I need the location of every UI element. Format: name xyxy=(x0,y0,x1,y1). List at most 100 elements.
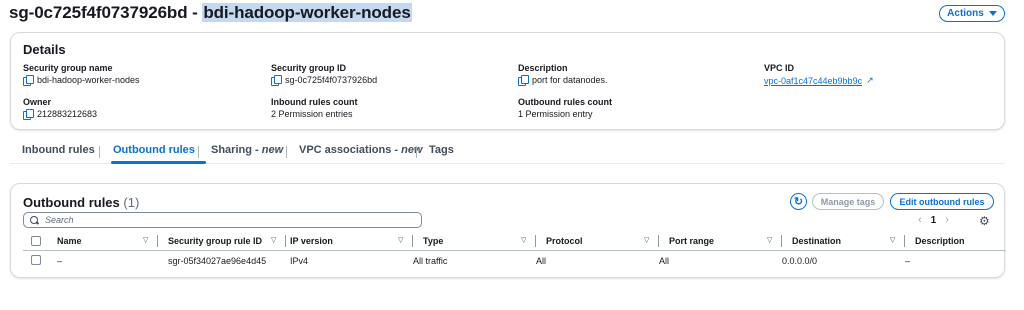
cell-destination: 0.0.0.0/0 xyxy=(782,256,818,266)
label-security-group-name: Security group name xyxy=(23,63,113,73)
tab-outbound-rules[interactable]: Outbound rules xyxy=(113,144,195,156)
sort-icon[interactable]: ▽ xyxy=(143,236,148,244)
refresh-icon[interactable]: ↻ xyxy=(790,193,807,210)
label-outbound-count: Outbound rules count xyxy=(518,97,612,107)
sort-icon[interactable]: ▽ xyxy=(644,236,649,244)
cell-port-range: All xyxy=(659,256,670,266)
next-page-icon[interactable]: › xyxy=(945,214,949,226)
col-ip-version[interactable]: IP version xyxy=(290,236,333,246)
tab-new-tag: new xyxy=(261,144,284,156)
tab-vpc-associations[interactable]: VPC associations - new xyxy=(299,144,423,156)
details-heading: Details xyxy=(23,42,66,57)
tab-new-tag: new xyxy=(401,144,423,156)
copy-icon[interactable] xyxy=(518,75,529,86)
cell-name: – xyxy=(57,256,63,266)
sort-icon[interactable]: ▽ xyxy=(521,236,526,244)
tab-divider xyxy=(198,146,199,158)
col-divider[interactable] xyxy=(285,235,286,247)
search-input[interactable] xyxy=(45,215,395,225)
gear-icon[interactable]: ⚙ xyxy=(979,214,990,228)
title-prefix: sg-0c725f4f0737926bd - xyxy=(9,3,203,22)
col-description[interactable]: Description xyxy=(915,236,965,246)
label-vpc-id: VPC ID xyxy=(764,63,795,73)
table-header: Name ▽ Security group rule ID ▽ IP versi… xyxy=(23,234,1006,250)
prev-page-icon[interactable]: ‹ xyxy=(918,214,922,226)
field-security-group-id: Security group ID sg-0c725f4f0737926bd xyxy=(271,63,378,86)
search-icon xyxy=(30,215,39,225)
active-tab-indicator xyxy=(111,161,206,164)
col-divider[interactable] xyxy=(781,235,782,247)
col-divider[interactable] xyxy=(904,235,905,247)
label-security-group-id: Security group ID xyxy=(271,63,347,73)
cell-description: – xyxy=(905,256,911,266)
label-owner: Owner xyxy=(23,97,52,107)
sort-icon[interactable]: ▽ xyxy=(271,236,276,244)
outbound-rules-heading: Outbound rules (1) xyxy=(23,195,139,210)
tab-label: Sharing - xyxy=(211,144,262,156)
tab-divider xyxy=(416,146,417,158)
vpc-id-link[interactable]: vpc-0af1c47c44eb9bb9c xyxy=(764,76,862,86)
value-owner: 212883212683 xyxy=(37,109,98,119)
tab-label: Outbound rules xyxy=(113,144,195,156)
value-description: port for datanodes. xyxy=(532,75,608,85)
value-security-group-id: sg-0c725f4f0737926bd xyxy=(285,75,378,85)
tab-tags[interactable]: Tags xyxy=(429,144,454,156)
label-inbound-count: Inbound rules count xyxy=(271,97,358,107)
col-protocol[interactable]: Protocol xyxy=(546,236,583,246)
col-destination[interactable]: Destination xyxy=(792,236,841,246)
col-type[interactable]: Type xyxy=(423,236,443,246)
col-rule-id[interactable]: Security group rule ID xyxy=(168,236,262,246)
external-link-icon: ↗ xyxy=(866,75,874,85)
field-security-group-name: Security group name bdi-hadoop-worker-no… xyxy=(23,63,140,86)
copy-icon[interactable] xyxy=(23,75,34,86)
copy-icon[interactable] xyxy=(271,75,282,86)
value-outbound-count: 1 Permission entry xyxy=(518,109,593,119)
header-divider xyxy=(23,250,1006,251)
caret-down-icon xyxy=(988,11,997,16)
field-outbound-count: Outbound rules count 1 Permission entry xyxy=(518,97,612,119)
tab-label: Inbound rules xyxy=(22,144,95,156)
title-highlight: bdi-hadoop-worker-nodes xyxy=(202,3,412,22)
col-divider[interactable] xyxy=(157,235,158,247)
cell-protocol: All xyxy=(536,256,547,266)
sort-icon[interactable]: ▽ xyxy=(398,236,403,244)
manage-tags-button[interactable]: Manage tags xyxy=(812,193,884,210)
field-description: Description port for datanodes. xyxy=(518,63,608,86)
page-number[interactable]: 1 xyxy=(931,215,937,226)
col-divider[interactable] xyxy=(658,235,659,247)
pagination: ‹ 1 › xyxy=(918,214,949,226)
cell-ip-version: IPv4 xyxy=(290,256,309,266)
field-owner: Owner 212883212683 xyxy=(23,97,98,120)
actions-label: Actions xyxy=(947,8,984,19)
label-description: Description xyxy=(518,63,568,73)
cell-type: All traffic xyxy=(413,256,448,266)
row-checkbox[interactable] xyxy=(31,255,41,265)
details-panel: Details Security group name bdi-hadoop-w… xyxy=(10,32,1005,130)
edit-outbound-rules-button[interactable]: Edit outbound rules xyxy=(890,193,994,210)
tab-label: VPC associations - xyxy=(299,144,402,156)
tab-bar: Inbound rules Outbound rules Sharing - n… xyxy=(10,144,1005,164)
outbound-count: (1) xyxy=(123,195,140,210)
outbound-title: Outbound rules xyxy=(23,195,120,210)
select-all-checkbox[interactable] xyxy=(31,236,41,246)
tab-inbound-rules[interactable]: Inbound rules xyxy=(22,144,95,156)
cell-rule-id: sgr-05f34027ae96e4d45 xyxy=(168,256,267,266)
tab-label: Tags xyxy=(429,144,454,156)
actions-button[interactable]: Actions xyxy=(939,5,1005,22)
tab-sharing[interactable]: Sharing - new xyxy=(211,144,283,156)
col-name[interactable]: Name xyxy=(57,236,82,246)
value-security-group-name: bdi-hadoop-worker-nodes xyxy=(37,75,140,85)
page-title: sg-0c725f4f0737926bd - bdi-hadoop-worker… xyxy=(9,3,412,23)
outbound-rules-panel: Outbound rules (1) ↻ Manage tags Edit ou… xyxy=(10,183,1006,278)
value-inbound-count: 2 Permission entries xyxy=(271,109,353,119)
field-inbound-count: Inbound rules count 2 Permission entries xyxy=(271,97,358,119)
tab-divider xyxy=(99,146,100,158)
copy-icon[interactable] xyxy=(23,109,34,120)
sort-icon[interactable]: ▽ xyxy=(767,236,772,244)
col-divider[interactable] xyxy=(412,235,413,247)
field-vpc-id: VPC ID vpc-0af1c47c44eb9bb9c ↗ xyxy=(764,63,874,86)
col-port-range[interactable]: Port range xyxy=(669,236,714,246)
col-divider[interactable] xyxy=(535,235,536,247)
search-field[interactable] xyxy=(23,212,422,228)
sort-icon[interactable]: ▽ xyxy=(890,236,895,244)
